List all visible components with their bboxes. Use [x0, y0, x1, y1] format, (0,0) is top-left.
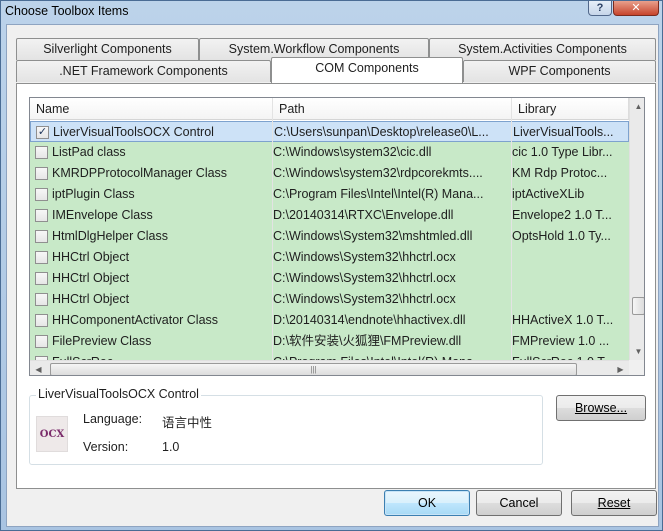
item-checkbox[interactable] [35, 335, 48, 348]
tab-wpf-components[interactable]: WPF Components [463, 60, 656, 82]
list-item[interactable]: HHCtrl Object C:\Windows\System32\hhctrl.… [30, 268, 629, 289]
item-library: Envelope2 1.0 T... [512, 208, 612, 222]
dialog-client-area: Silverlight Components System.Workflow C… [6, 24, 659, 527]
vertical-scroll-thumb[interactable] [632, 297, 644, 315]
item-library [512, 289, 629, 310]
scrollbar-corner [629, 360, 644, 375]
scroll-up-arrow-icon[interactable]: ▲ [630, 98, 644, 115]
item-checkbox[interactable] [35, 251, 48, 264]
details-group-title: LiverVisualToolsOCX Control [36, 387, 201, 401]
scroll-right-arrow-icon[interactable]: ▶ [612, 361, 629, 375]
item-path: C:\Windows\System32\hhctrl.ocx [273, 250, 456, 264]
item-checkbox[interactable] [35, 272, 48, 285]
list-item[interactable]: KMRDPProtocolManager Class C:\Windows\sys… [30, 163, 629, 184]
tab-com-components[interactable]: COM Components [271, 57, 463, 83]
title-bar[interactable]: Choose Toolbox Items ? ✕ [1, 1, 662, 23]
item-name: ListPad class [52, 145, 126, 159]
column-header-library[interactable]: Library [512, 98, 629, 120]
item-path: C:\Windows\System32\hhctrl.ocx [273, 292, 456, 306]
reset-button[interactable]: Reset [571, 490, 657, 516]
item-library: KM Rdp Protoc... [512, 166, 608, 180]
details-group: LiverVisualToolsOCX Control OCX Language… [29, 387, 543, 465]
version-label: Version: [83, 440, 129, 454]
item-path: C:\Windows\system32\cic.dll [273, 145, 432, 159]
version-value: 1.0 [162, 440, 180, 454]
item-checkbox[interactable] [35, 293, 48, 306]
horizontal-scroll-thumb[interactable]: ||| [50, 363, 577, 375]
item-path: D:\软件安装\火狐狸\FMPreview.dll [273, 334, 462, 348]
item-name: HtmlDlgHelper Class [52, 229, 168, 243]
item-path: D:\20140314\endnote\hhactivex.dll [273, 313, 466, 327]
scroll-left-arrow-icon[interactable]: ◀ [30, 361, 47, 375]
item-library: iptActiveXLib [512, 187, 585, 201]
column-divider [272, 98, 273, 375]
item-name: HHCtrl Object [52, 292, 130, 306]
item-path: C:\Program Files\Intel\Intel(R) Mana... [273, 187, 484, 201]
item-library [512, 268, 629, 289]
language-value: 语言中性 [162, 416, 213, 430]
list-item[interactable]: ListPad class C:\Windows\system32\cic.dll… [30, 142, 629, 163]
components-list[interactable]: Name Path Library ✓ LiverVisualToolsOCX C… [29, 97, 645, 376]
tab-system-activities-components[interactable]: System.Activities Components [429, 38, 656, 60]
item-library: OptsHold 1.0 Ty... [512, 229, 611, 243]
tab-net-framework-components[interactable]: .NET Framework Components [16, 60, 271, 82]
list-item[interactable]: ✓ LiverVisualToolsOCX Control C:\Users\sun… [30, 121, 629, 142]
item-library: FMPreview 1.0 ... [512, 334, 610, 348]
ok-button[interactable]: OK [384, 490, 470, 516]
item-path: C:\Users\sunpan\Desktop\release0\L... [274, 125, 489, 139]
item-library: HHActiveX 1.0 T... [512, 313, 614, 327]
item-path: D:\20140314\RTXC\Envelope.dll [273, 208, 454, 222]
close-button[interactable]: ✕ [613, 1, 659, 16]
tab-silverlight-components[interactable]: Silverlight Components [16, 38, 199, 60]
cancel-button[interactable]: Cancel [476, 490, 562, 516]
browse-button[interactable]: Browse... [556, 395, 646, 421]
item-path: C:\Windows\System32\hhctrl.ocx [273, 271, 456, 285]
column-header-path[interactable]: Path [273, 98, 512, 120]
item-name: HHCtrl Object [52, 271, 130, 285]
list-item[interactable]: FilePreview Class D:\软件安装\火狐狸\FMPreview.d… [30, 331, 629, 352]
window-title: Choose Toolbox Items [5, 4, 129, 18]
item-library: LiverVisualTools... [513, 125, 614, 139]
vertical-scrollbar[interactable]: ▲ ▼ [629, 98, 644, 360]
help-button[interactable]: ? [588, 1, 612, 16]
item-name: FilePreview Class [52, 334, 152, 348]
list-item[interactable]: HHCtrl Object C:\Windows\System32\hhctrl.… [30, 247, 629, 268]
item-name: HHComponentActivator Class [52, 313, 219, 327]
item-name: LiverVisualToolsOCX Control [53, 125, 214, 139]
item-name: IMEnvelope Class [52, 208, 153, 222]
column-divider [511, 98, 512, 375]
horizontal-scrollbar[interactable]: ◀ ||| ▶ [30, 360, 629, 375]
com-components-panel: Name Path Library ✓ LiverVisualToolsOCX C… [16, 83, 656, 489]
item-checkbox[interactable] [35, 230, 48, 243]
list-item[interactable]: iptPlugin Class C:\Program Files\Intel\In… [30, 184, 629, 205]
item-path: C:\Windows\system32\rdpcorekmts.... [273, 166, 483, 180]
list-item[interactable]: HtmlDlgHelper Class C:\Windows\System32\m… [30, 226, 629, 247]
list-item[interactable]: IMEnvelope Class D:\20140314\RTXC\Envelop… [30, 205, 629, 226]
item-checkbox[interactable] [35, 209, 48, 222]
browse-button-label: Browse... [574, 401, 628, 415]
item-library [512, 247, 629, 268]
item-name: iptPlugin Class [52, 187, 135, 201]
ocx-icon: OCX [36, 416, 68, 452]
list-rows: ✓ LiverVisualToolsOCX Control C:\Users\sun… [30, 121, 629, 373]
list-item[interactable]: HHCtrl Object C:\Windows\System32\hhctrl.… [30, 289, 629, 310]
item-checkbox[interactable] [35, 314, 48, 327]
choose-toolbox-items-window: Choose Toolbox Items ? ✕ Silverlight Com… [0, 0, 663, 531]
column-header-name[interactable]: Name [30, 98, 273, 120]
language-label: Language: [83, 412, 143, 426]
item-checkbox[interactable] [35, 146, 48, 159]
list-item[interactable]: HHComponentActivator Class D:\20140314\en… [30, 310, 629, 331]
item-library: cic 1.0 Type Libr... [512, 145, 613, 159]
item-name: KMRDPProtocolManager Class [52, 166, 228, 180]
reset-button-label: Reset [597, 496, 631, 510]
item-checkbox[interactable]: ✓ [36, 126, 49, 139]
scroll-down-arrow-icon[interactable]: ▼ [630, 343, 644, 360]
item-name: HHCtrl Object [52, 250, 130, 264]
item-checkbox[interactable] [35, 167, 48, 180]
item-path: C:\Windows\System32\mshtmled.dll [273, 229, 473, 243]
item-checkbox[interactable] [35, 188, 48, 201]
